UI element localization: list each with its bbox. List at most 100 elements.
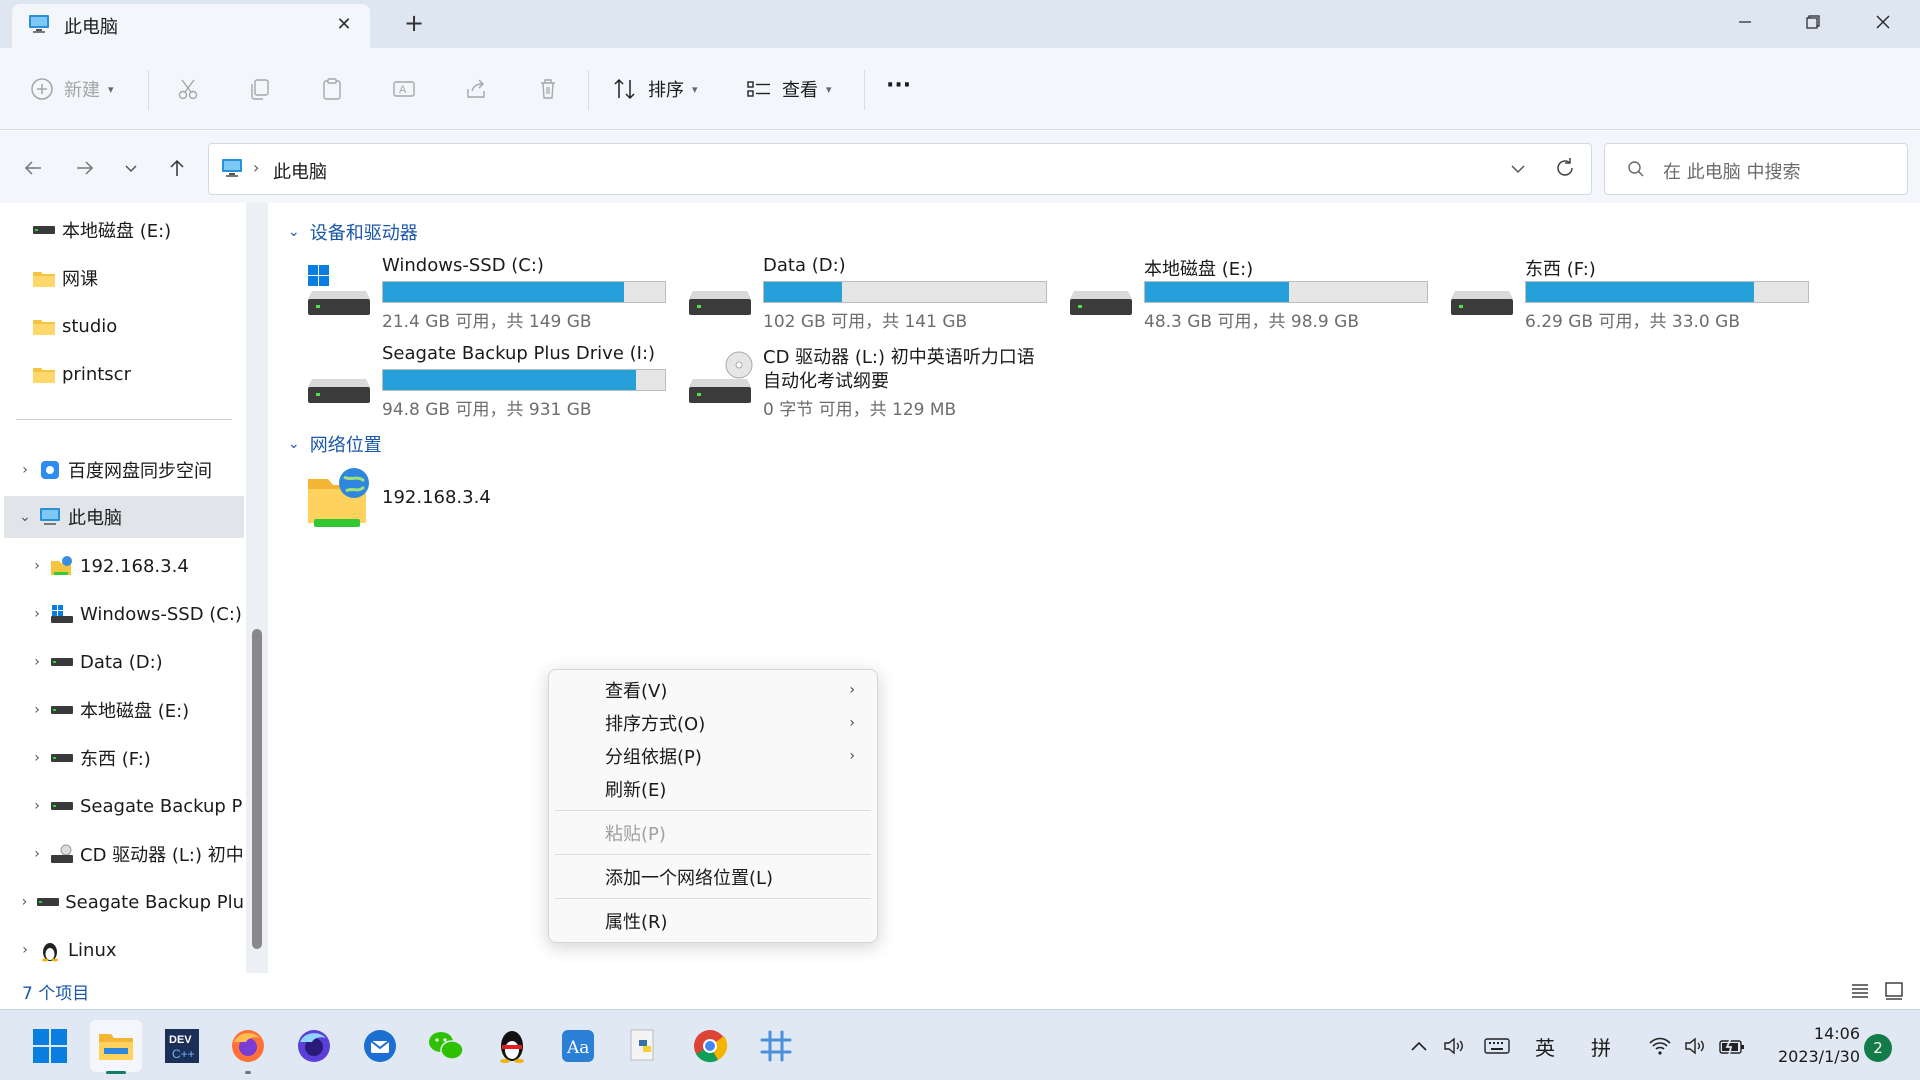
delete-button[interactable]	[536, 72, 560, 106]
menu-item-view[interactable]: 查看(V) ›	[553, 674, 873, 706]
close-tab-icon[interactable]: ✕	[332, 14, 356, 38]
chevron-right-icon[interactable]: ›	[26, 558, 48, 574]
drive-local-disk-e[interactable]: 本地磁盘 (E:) 48.3 GB 可用，共 98.9 GB	[1068, 255, 1448, 332]
nav-item-local-disk-e[interactable]: 本地磁盘 (E:)	[30, 209, 240, 251]
menu-item-properties[interactable]: 属性(R)	[553, 905, 873, 937]
recent-locations-button[interactable]	[114, 151, 148, 185]
tray-battery[interactable]	[1716, 1028, 1748, 1064]
start-button[interactable]	[24, 1020, 76, 1072]
menu-item-add-network-location[interactable]: 添加一个网络位置(L)	[553, 861, 873, 893]
close-window-button[interactable]	[1848, 0, 1918, 44]
menu-item-sort-by[interactable]: 排序方式(O) ›	[553, 707, 873, 739]
up-button[interactable]	[160, 151, 194, 185]
view-button[interactable]: 查看 ▾	[746, 72, 832, 106]
slack-icon	[760, 1030, 792, 1062]
nav-item-cd-drive-l[interactable]: › CD 驱动器 (L:) 初中	[26, 833, 244, 875]
nav-item-seagate-i[interactable]: › Seagate Backup P	[26, 785, 244, 827]
new-tab-button[interactable]: +	[400, 10, 428, 38]
taskbar-wechat[interactable]	[420, 1020, 472, 1072]
nav-item-data-d[interactable]: › Data (D:)	[26, 641, 244, 683]
cut-button[interactable]	[176, 72, 200, 106]
restore-button[interactable]	[1778, 0, 1848, 44]
drive-seagate-i[interactable]: Seagate Backup Plus Drive (I:) 94.8 GB 可…	[306, 343, 686, 420]
drive-data-d[interactable]: Data (D:) 102 GB 可用，共 141 GB	[687, 255, 1067, 332]
nav-item-this-pc[interactable]: ⌄ 此电脑	[4, 496, 244, 538]
nav-item-printscr[interactable]: printscr	[30, 353, 240, 395]
chevron-right-icon[interactable]: ›	[14, 462, 36, 478]
content-pane[interactable]: ⌄ 设备和驱动器 Windows-SSD (C:) 21.4 GB 可用，共 1…	[270, 203, 1920, 973]
chevron-right-icon[interactable]: ›	[26, 750, 48, 766]
notification-badge[interactable]: 2	[1864, 1034, 1892, 1062]
taskbar-chrome[interactable]	[684, 1020, 736, 1072]
tiles-view-button[interactable]	[1884, 981, 1904, 1006]
nav-item-network-192[interactable]: › 192.168.3.4	[26, 545, 244, 587]
speaker-icon	[1444, 1037, 1463, 1055]
nav-item-studio[interactable]: studio	[30, 305, 240, 347]
start-icon	[33, 1029, 67, 1063]
tray-volume[interactable]	[1440, 1028, 1470, 1064]
drive-windows-ssd-c[interactable]: Windows-SSD (C:) 21.4 GB 可用，共 149 GB	[306, 255, 686, 332]
refresh-button[interactable]	[1553, 156, 1577, 185]
copy-button[interactable]	[248, 72, 272, 106]
taskbar-clock[interactable]: 14:06 2023/1/30	[1760, 1022, 1860, 1068]
chevron-right-icon[interactable]: ›	[14, 894, 35, 910]
sort-button[interactable]: 排序 ▾	[612, 72, 698, 106]
drive-name: Data (D:)	[763, 255, 846, 276]
chevron-down-icon	[125, 165, 137, 173]
tray-ime-mode[interactable]: 拼	[1584, 1028, 1618, 1064]
nav-scrollbar-thumb[interactable]	[252, 629, 262, 949]
more-options-button[interactable]: ···	[886, 68, 911, 102]
chevron-right-icon[interactable]: ›	[26, 798, 48, 814]
taskbar-firefox[interactable]	[222, 1020, 274, 1074]
nav-item-dongxi-f[interactable]: › 东西 (F:)	[26, 737, 244, 779]
drive-dongxi-f[interactable]: 东西 (F:) 6.29 GB 可用，共 33.0 GB	[1449, 255, 1829, 332]
address-bar[interactable]: › 此电脑	[208, 143, 1592, 195]
minimize-button[interactable]	[1710, 0, 1780, 44]
share-button[interactable]	[464, 72, 488, 106]
nav-item-seagate-backup[interactable]: › Seagate Backup Plu	[14, 881, 244, 923]
menu-item-group-by[interactable]: 分组依据(P) ›	[553, 740, 873, 772]
chevron-right-icon[interactable]: ›	[26, 846, 48, 862]
paste-button[interactable]	[320, 72, 344, 106]
forward-button[interactable]	[68, 151, 102, 185]
tab-this-pc[interactable]: 此电脑 ✕	[12, 4, 370, 48]
taskbar-dev-cpp[interactable]: DEV C++	[156, 1020, 208, 1072]
tray-wifi[interactable]	[1644, 1028, 1676, 1064]
drive-cd-l[interactable]: CD 驱动器 (L:) 初中英语听力口语 自动化考试纲要 0 字节 可用，共 1…	[687, 343, 1087, 423]
show-hidden-icons-button[interactable]	[1406, 1028, 1432, 1064]
tray-volume-2[interactable]	[1680, 1028, 1712, 1064]
nav-item-windows-ssd-c[interactable]: › Windows-SSD (C:)	[26, 593, 244, 635]
taskbar-qq[interactable]	[486, 1020, 538, 1072]
drive-usage-fill	[764, 282, 843, 302]
nav-item-local-disk-e-2[interactable]: › 本地磁盘 (E:)	[26, 689, 244, 731]
details-view-button[interactable]	[1850, 981, 1870, 1006]
tray-ime-language[interactable]: 英	[1528, 1028, 1562, 1064]
nav-item-baidu-netdisk[interactable]: › 百度网盘同步空间	[14, 449, 244, 491]
ime-language-label: 英	[1535, 1035, 1555, 1060]
group-header-devices[interactable]: ⌄ 设备和驱动器	[288, 219, 418, 245]
chevron-right-icon[interactable]: ›	[14, 942, 36, 958]
back-button[interactable]	[16, 151, 50, 185]
breadcrumb-this-pc[interactable]: 此电脑	[273, 158, 327, 184]
nav-item-wangke[interactable]: 网课	[30, 257, 240, 299]
taskbar-dictionary[interactable]: Aa	[552, 1020, 604, 1072]
address-history-button[interactable]	[1509, 160, 1527, 183]
taskbar-file-explorer[interactable]	[90, 1020, 142, 1074]
network-location-192[interactable]: 192.168.3.4	[306, 467, 686, 539]
group-header-network[interactable]: ⌄ 网络位置	[288, 431, 382, 457]
taskbar-firefox-nightly[interactable]	[288, 1020, 340, 1072]
taskbar-thunderbird[interactable]	[354, 1020, 406, 1072]
nav-item-linux[interactable]: › Linux	[14, 929, 244, 971]
breadcrumb-separator[interactable]: ›	[253, 158, 259, 177]
taskbar-python[interactable]	[618, 1020, 670, 1072]
search-input[interactable]: 在 此电脑 中搜索	[1604, 143, 1908, 195]
chevron-down-icon[interactable]: ⌄	[14, 509, 36, 525]
chevron-right-icon[interactable]: ›	[26, 702, 48, 718]
chevron-right-icon[interactable]: ›	[26, 654, 48, 670]
menu-item-refresh[interactable]: 刷新(E)	[553, 773, 873, 805]
chevron-right-icon[interactable]: ›	[26, 606, 48, 622]
tray-keyboard[interactable]	[1480, 1028, 1514, 1064]
new-button[interactable]: 新建 ▾	[30, 72, 114, 106]
taskbar-slack[interactable]	[750, 1020, 802, 1072]
rename-button[interactable]: A	[392, 72, 416, 106]
